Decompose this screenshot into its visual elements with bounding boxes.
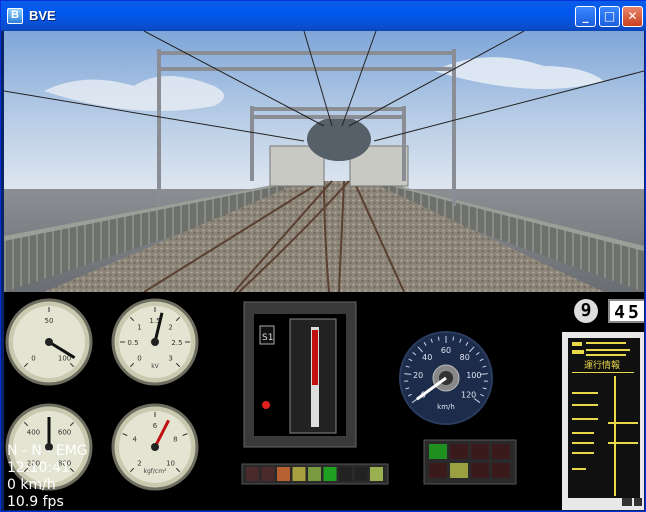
speed-tick-label: 100 [466,371,481,380]
gauge-tick-label: 2 [168,323,172,331]
gauge-tick-label: 10 [166,460,175,468]
speed-tick-label: 40 [422,353,432,362]
gauge-pressure-2: 2 4 6 8 10kgf/cm² [111,403,199,491]
gauge-tick-label: 0.5 [127,339,138,347]
status-lamp [429,444,447,459]
speed-tick-label: 20 [413,371,423,380]
counter-minutes: 45 [608,299,644,323]
gauge-tick-label: 6 [153,422,158,430]
bve-window: B BVE _ □ ✕ 0 50 100 0 0.5 1 1.5 2 2.5 3… [0,0,646,512]
minimize-button[interactable]: _ [575,6,596,27]
brake-lamp [292,467,306,481]
brake-lamp [370,467,383,481]
status-lamp [471,463,489,478]
gauge-unit-label: kgf/cm² [144,468,168,475]
fps-text: 10.9 fps [7,494,64,510]
signal-status-text: N - N - EMG [7,443,88,459]
gauge-unit-label: kV [151,363,159,370]
status-lamp [471,444,489,459]
brake-lamp [339,467,352,481]
speed-unit-label: km/h [437,403,455,411]
instrument-panel: 0 50 100 0 0.5 1 1.5 2 2.5 3 kV 200 400 600 800 2 4 6 8 10 k… [4,292,644,510]
speed-tick-label: 120 [461,390,476,399]
status-lamp [450,444,468,459]
close-button[interactable]: ✕ [622,6,643,27]
gauge-tick-label: 4 [132,436,137,444]
counter-digit: 9 [574,299,598,323]
gauge-tick-label: 0 [31,355,35,363]
status-lamp [429,463,447,478]
brake-lamp [261,467,275,481]
gauge-voltage: 00.511.522.53kV [111,298,199,386]
app-icon: B [7,8,23,24]
panel-graphics: 050100 00.511.522.53kV200400 600800 246810k… [5,298,644,510]
simulator-viewport[interactable]: 0 50 100 0 0.5 1 1.5 2 2.5 3 kV 200 400 600 800 2 4 6 8 10 k… [4,31,644,510]
speed-tick-label: 60 [441,346,451,355]
notch-label: S1 [262,333,273,343]
brake-lamp [354,467,368,481]
gauge-tick-label: 2.5 [171,339,182,347]
speed-text: 0 km/h [7,477,56,493]
brake-lamp [246,467,259,481]
gauge-tick-label: 600 [58,428,71,436]
track-scene [4,31,644,292]
gauge-brake-cylinder: 050100 [5,298,93,386]
brake-lamp [308,467,321,481]
status-lamp [492,444,510,459]
ti-display-title: 運行情報 [584,359,620,371]
speedometer: 020406080100120km/h [399,331,493,425]
status-lamp [492,463,510,478]
maximize-button[interactable]: □ [599,6,620,27]
gauge-tick-label: 1 [137,323,141,331]
brake-lamp [277,467,290,481]
brake-lamp [323,467,337,481]
gauge-tick-label: 3 [168,355,172,363]
gauge-tick-label: 400 [27,428,40,436]
speed-tick-label: 80 [460,353,470,362]
hud-overlay: N - N - EMG 12:10:41 0 km/h 10.9 fps [7,443,88,510]
window-title: BVE [29,8,56,23]
gauge-tick-label: 8 [173,436,177,444]
status-lamp [450,463,468,478]
clock-text: 12:10:41 [7,460,70,476]
title-bar[interactable]: B BVE _ □ ✕ [1,1,646,31]
gauge-tick-label: 2 [137,460,141,468]
gauge-tick-label: 50 [45,317,54,325]
gauge-tick-label: 0 [137,355,141,363]
